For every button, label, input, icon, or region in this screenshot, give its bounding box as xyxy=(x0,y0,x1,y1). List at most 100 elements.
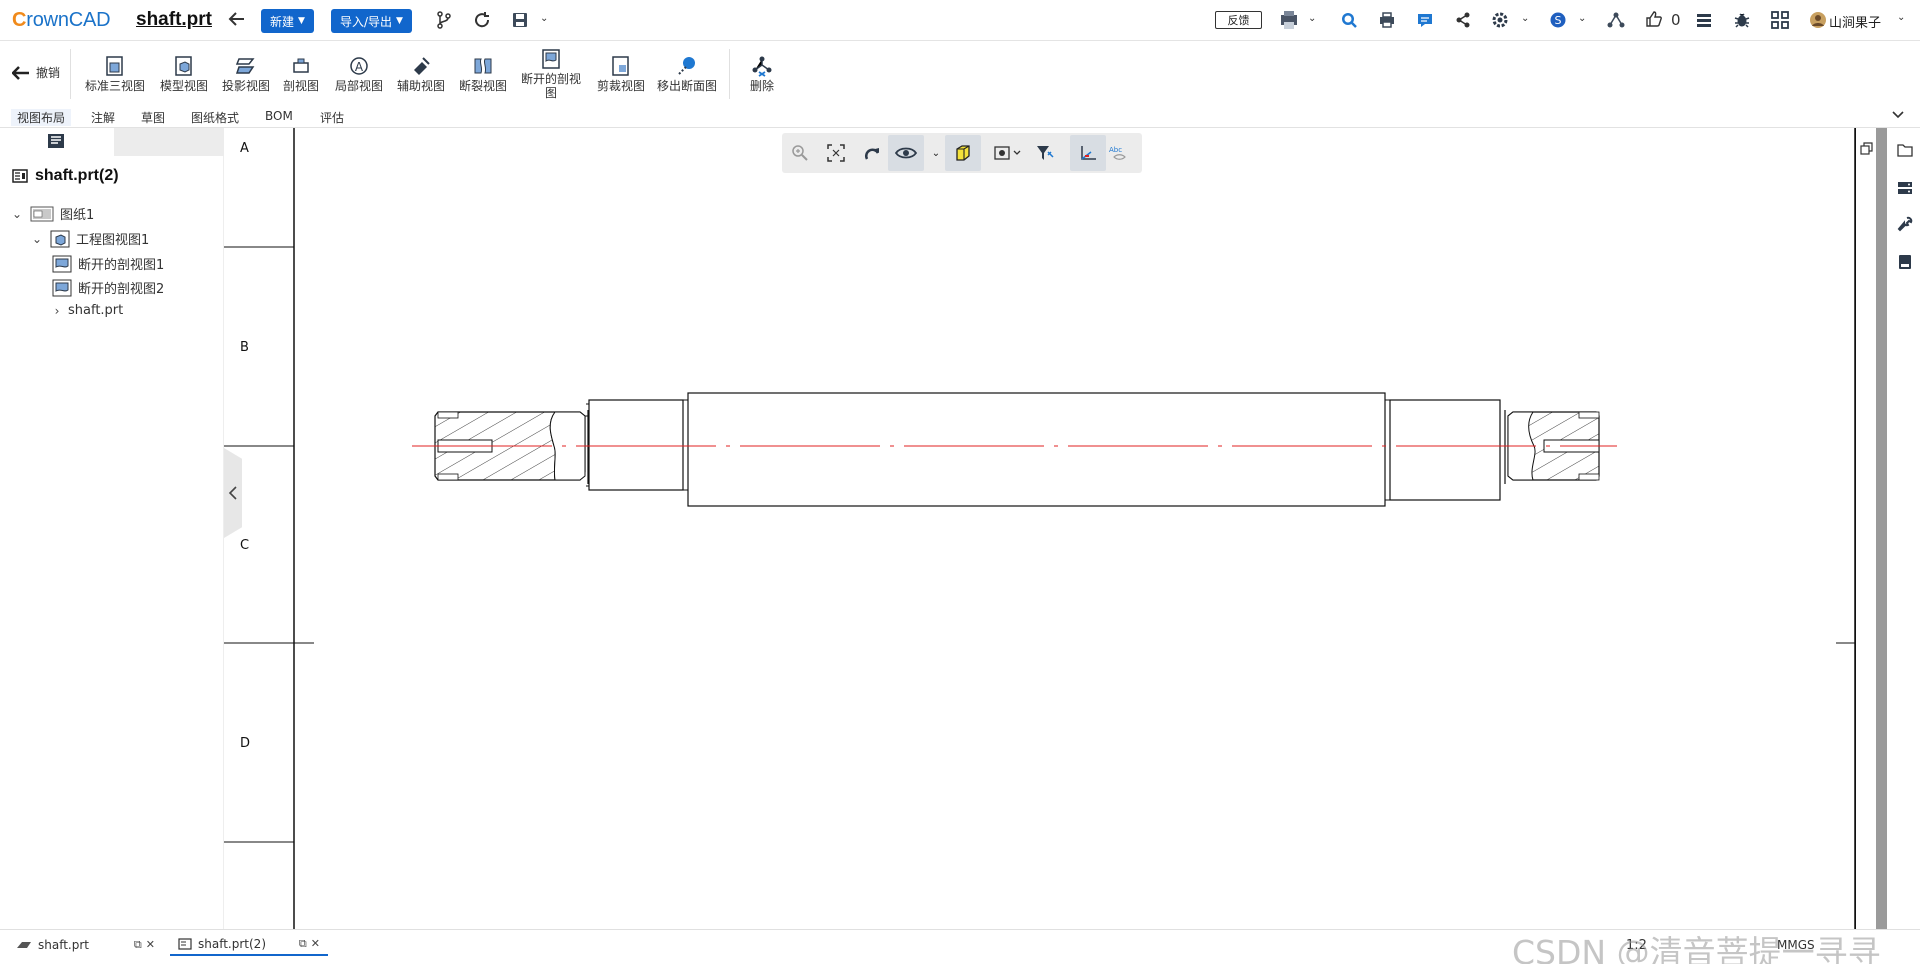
broken-out-section-label: 断开的剖视图 xyxy=(521,72,582,100)
chevron-right-icon[interactable]: › xyxy=(52,304,62,318)
ribbon-separator xyxy=(70,49,71,99)
model-view-label: 模型视图 xyxy=(159,79,208,93)
tree-item-section-2[interactable]: 断开的剖视图2 xyxy=(52,278,164,297)
projection-view-button[interactable]: 投影视图 xyxy=(218,45,274,93)
tree-item-part[interactable]: › shaft.prt xyxy=(52,303,124,318)
printer-icon[interactable] xyxy=(1378,11,1396,29)
user-menu-chevron-icon[interactable]: ⌄ xyxy=(1897,12,1905,23)
window-restore-icon[interactable]: ⧉ xyxy=(134,938,142,952)
document-title[interactable]: shaft.prt xyxy=(136,9,212,31)
tab-sketch[interactable]: 草图 xyxy=(141,109,165,126)
projection-view-icon xyxy=(235,58,255,74)
wrench-icon[interactable] xyxy=(1896,215,1914,233)
text-visibility-icon[interactable]: Abc xyxy=(1106,141,1130,165)
svg-text:S: S xyxy=(1555,14,1562,27)
user-name[interactable]: 山涧果子 xyxy=(1829,12,1881,31)
crop-view-button[interactable]: 剪裁视图 xyxy=(594,45,648,93)
standard-three-view-label: 标准三视图 xyxy=(84,79,145,93)
settings-gear-icon[interactable] xyxy=(1491,11,1509,29)
visibility-eye-icon[interactable] xyxy=(888,135,924,171)
auxiliary-view-button[interactable]: 辅助视图 xyxy=(394,45,448,93)
removed-section-label: 移出断面图 xyxy=(656,79,717,93)
close-icon[interactable]: ✕ xyxy=(146,938,155,952)
drawing-view-icon xyxy=(50,230,70,247)
document-tabs-bar: shaft.prt ⧉ ✕ shaft.prt(2) ⧉ ✕ 1:2 MMGS CS… xyxy=(0,929,1920,964)
vertical-scrollbar[interactable] xyxy=(1876,128,1887,929)
tab-sheet-format[interactable]: 图纸格式 xyxy=(191,109,239,126)
layers-icon[interactable] xyxy=(1896,179,1914,197)
section-view-button[interactable]: 剖视图 xyxy=(280,45,322,93)
broken-view-button[interactable]: 断裂视图 xyxy=(456,45,510,93)
part-icon xyxy=(17,942,31,948)
standard-three-view-button[interactable]: 标准三视图 xyxy=(82,45,148,93)
apps-grid-icon[interactable] xyxy=(1771,11,1789,29)
settings-chevron-icon[interactable]: ⌄ xyxy=(1521,13,1529,24)
tree-root-label: shaft.prt(2) xyxy=(35,167,119,184)
window-restore-icon[interactable] xyxy=(1860,142,1874,160)
tree-item-sheet[interactable]: ⌄ 图纸1 xyxy=(10,204,94,223)
tree-item-part-label: shaft.prt xyxy=(68,303,124,318)
comment-icon[interactable] xyxy=(1416,11,1434,29)
ribbon-tabs: 视图布局 注解 草图 图纸格式 BOM 评估 xyxy=(0,106,1920,128)
shaded-cube-icon[interactable] xyxy=(945,135,981,171)
chevron-down-icon: ▼ xyxy=(396,16,403,26)
search-icon[interactable] xyxy=(1340,11,1358,29)
broken-out-section-icon xyxy=(52,255,72,272)
zoom-icon[interactable] xyxy=(788,141,812,165)
avatar[interactable] xyxy=(1809,11,1827,29)
drawing-canvas[interactable]: A B C D B C D xyxy=(224,128,1856,929)
print-menu-chevron-icon[interactable]: ⌄ xyxy=(1308,13,1316,24)
zoom-fit-icon[interactable] xyxy=(824,141,848,165)
close-icon[interactable]: ✕ xyxy=(311,937,320,951)
tree-item-drawing-view[interactable]: ⌄ 工程图视图1 xyxy=(30,229,149,248)
shaft-main-body xyxy=(687,392,1386,507)
tab-evaluate[interactable]: 评估 xyxy=(320,109,344,126)
import-export-button[interactable]: 导入/导出 ▼ xyxy=(331,9,412,33)
list-stack-icon[interactable] xyxy=(1695,11,1713,29)
detail-view-label: 局部视图 xyxy=(334,79,383,93)
panel-tab-inactive[interactable] xyxy=(114,128,224,156)
doc-tab-part[interactable]: shaft.prt ⧉ ✕ xyxy=(8,934,163,956)
delete-button[interactable]: 删除 xyxy=(742,45,782,93)
shaft-drawing-view[interactable] xyxy=(224,128,1856,929)
refresh-icon[interactable] xyxy=(473,11,491,29)
tab-bom[interactable]: BOM xyxy=(265,109,293,123)
tree-item-section-1[interactable]: 断开的剖视图1 xyxy=(52,254,164,273)
tree-view-icon[interactable] xyxy=(47,133,65,153)
back-arrow-icon[interactable] xyxy=(228,11,246,27)
help-circle-icon[interactable]: S xyxy=(1549,11,1567,29)
import-export-label: 导入/导出 xyxy=(340,14,393,29)
removed-section-button[interactable]: 移出断面图 xyxy=(654,45,720,93)
undo-button[interactable]: 撤销 xyxy=(12,64,60,81)
tree-root[interactable]: shaft.prt(2) xyxy=(12,167,119,185)
new-button[interactable]: 新建 ▼ xyxy=(261,9,314,33)
window-restore-icon[interactable]: ⧉ xyxy=(299,937,307,951)
connections-icon[interactable] xyxy=(1607,11,1625,29)
broken-out-section-button[interactable]: 断开的剖视图 xyxy=(518,38,584,100)
chevron-down-icon[interactable]: ⌄ xyxy=(10,207,24,221)
display-style-icon[interactable] xyxy=(990,141,1026,165)
folder-icon[interactable] xyxy=(1896,141,1914,159)
branch-icon[interactable] xyxy=(436,11,452,29)
filter-icon[interactable] xyxy=(1033,141,1057,165)
standard-three-view-icon xyxy=(106,56,123,76)
feedback-button[interactable]: 反馈 xyxy=(1215,11,1262,29)
book-icon[interactable] xyxy=(1896,253,1914,271)
doc-tab-drawing[interactable]: shaft.prt(2) ⧉ ✕ xyxy=(170,934,328,956)
share-icon[interactable] xyxy=(1454,11,1472,29)
save-menu-chevron-icon[interactable]: ⌄ xyxy=(540,13,548,24)
coordinate-axes-icon[interactable] xyxy=(1070,135,1106,171)
print-layout-icon[interactable] xyxy=(1278,10,1300,30)
app-logo[interactable]: CrownCAD xyxy=(12,9,111,32)
chevron-down-icon[interactable]: ⌄ xyxy=(30,232,44,246)
model-view-button[interactable]: 模型视图 xyxy=(156,45,212,93)
rotate-icon[interactable] xyxy=(860,141,884,165)
tab-view-layout[interactable]: 视图布局 xyxy=(11,109,72,126)
tab-annotation[interactable]: 注解 xyxy=(91,109,115,126)
bug-icon[interactable] xyxy=(1733,11,1751,29)
ribbon-collapse-chevron-icon[interactable] xyxy=(1891,109,1905,124)
help-chevron-icon[interactable]: ⌄ xyxy=(1578,13,1586,24)
save-icon[interactable] xyxy=(511,11,529,29)
detail-view-button[interactable]: A 局部视图 xyxy=(332,45,386,93)
thumbs-up-icon[interactable] xyxy=(1645,10,1663,28)
